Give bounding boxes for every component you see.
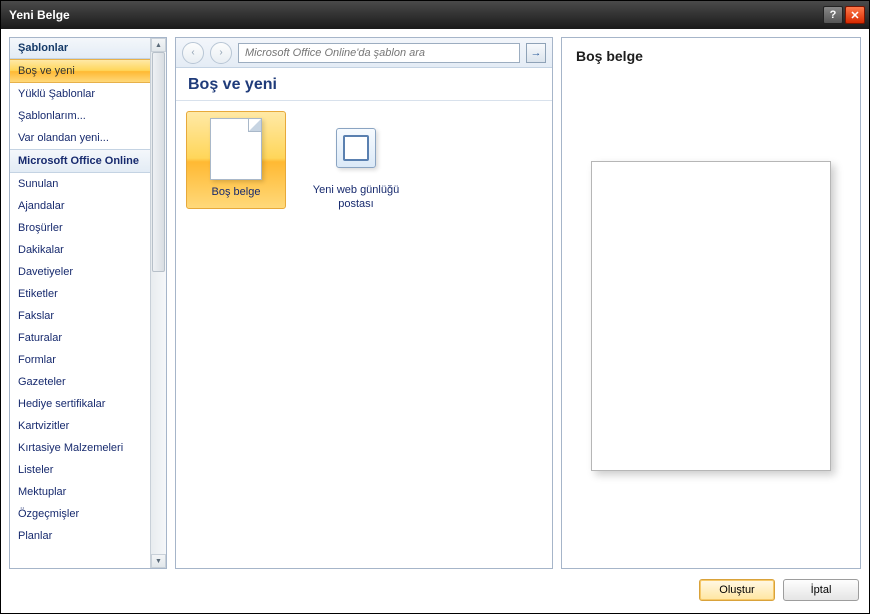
scrollbar[interactable]: ▲ ▼	[150, 38, 166, 568]
create-button[interactable]: Oluştur	[699, 579, 775, 601]
sidebar-item[interactable]: Kartvizitler	[10, 415, 150, 437]
sidebar-item[interactable]: Planlar	[10, 525, 150, 547]
search-input[interactable]	[239, 47, 519, 59]
sidebar-header: Şablonlar	[10, 38, 150, 59]
sidebar-item[interactable]: Formlar	[10, 349, 150, 371]
sidebar-item[interactable]: Var olandan yeni...	[10, 127, 150, 149]
blank-document-icon	[210, 118, 262, 180]
sidebar-item[interactable]: Faturalar	[10, 327, 150, 349]
arrow-right-icon: →	[531, 47, 542, 59]
sidebar-item[interactable]: Kırtasiye Malzemeleri	[10, 437, 150, 459]
template-pane: ‹ › → Boş ve yeni Boş belge Yeni web günl…	[175, 37, 553, 569]
sidebar-item[interactable]: Mektuplar	[10, 481, 150, 503]
search-box	[238, 43, 520, 63]
close-button[interactable]: ✕	[845, 6, 865, 24]
sidebar-item[interactable]: Sunulan	[10, 173, 150, 195]
sidebar-item[interactable]: Broşürler	[10, 217, 150, 239]
sidebar-item[interactable]: Etiketler	[10, 283, 150, 305]
sidebar: Şablonlar Boş ve yeniYüklü ŞablonlarŞabl…	[9, 37, 167, 569]
blog-post-icon	[336, 128, 376, 168]
template-item[interactable]: Boş belge	[186, 111, 286, 209]
titlebar: Yeni Belge ? ✕	[1, 1, 869, 29]
preview-area	[576, 74, 846, 558]
sidebar-item[interactable]: Davetiyeler	[10, 261, 150, 283]
template-label: Boş belge	[191, 186, 281, 200]
preview-page	[591, 161, 831, 471]
sidebar-list: Şablonlar Boş ve yeniYüklü ŞablonlarŞabl…	[10, 38, 150, 568]
nav-forward-button[interactable]: ›	[210, 42, 232, 64]
sidebar-item[interactable]: Boş ve yeni	[10, 59, 150, 83]
template-label: Yeni web günlüğü postası	[311, 184, 401, 212]
search-go-button[interactable]: →	[526, 43, 546, 63]
sidebar-item[interactable]: Şablonlarım...	[10, 105, 150, 127]
chevron-right-icon: ›	[219, 47, 222, 58]
dialog-footer: Oluştur İptal	[9, 575, 861, 605]
sidebar-item[interactable]: Ajandalar	[10, 195, 150, 217]
scroll-down-icon[interactable]: ▼	[151, 554, 166, 568]
category-heading: Boş ve yeni	[176, 68, 552, 101]
sidebar-item[interactable]: Dakikalar	[10, 239, 150, 261]
sidebar-item[interactable]: Hediye sertifikalar	[10, 393, 150, 415]
titlebar-buttons: ? ✕	[823, 6, 865, 24]
cancel-button[interactable]: İptal	[783, 579, 859, 601]
sidebar-item[interactable]: Listeler	[10, 459, 150, 481]
sidebar-item[interactable]: Fakslar	[10, 305, 150, 327]
window-title: Yeni Belge	[9, 8, 823, 22]
preview-pane: Boş belge	[561, 37, 861, 569]
window-body: Şablonlar Boş ve yeniYüklü ŞablonlarŞabl…	[1, 29, 869, 613]
sidebar-item[interactable]: Gazeteler	[10, 371, 150, 393]
search-toolbar: ‹ › →	[176, 38, 552, 68]
template-list: Boş belge Yeni web günlüğü postası	[176, 101, 552, 568]
close-icon: ✕	[850, 9, 859, 22]
scroll-thumb[interactable]	[152, 52, 165, 272]
help-button[interactable]: ?	[823, 6, 843, 24]
sidebar-item[interactable]: Microsoft Office Online	[10, 149, 150, 173]
chevron-left-icon: ‹	[191, 47, 194, 58]
sidebar-item[interactable]: Yüklü Şablonlar	[10, 83, 150, 105]
scroll-up-icon[interactable]: ▲	[151, 38, 166, 52]
help-icon: ?	[830, 9, 837, 21]
main-area: Şablonlar Boş ve yeniYüklü ŞablonlarŞabl…	[9, 37, 861, 569]
nav-back-button[interactable]: ‹	[182, 42, 204, 64]
template-item[interactable]: Yeni web günlüğü postası	[306, 111, 406, 221]
preview-title: Boş belge	[576, 48, 846, 64]
new-document-dialog: Yeni Belge ? ✕ Şablonlar Boş ve yeniYükl…	[0, 0, 870, 614]
sidebar-item[interactable]: Özgeçmişler	[10, 503, 150, 525]
